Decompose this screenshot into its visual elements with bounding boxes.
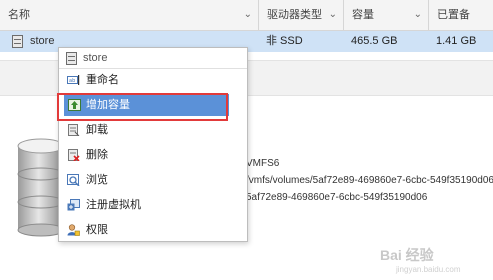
datastore-type-text: VMFS6 xyxy=(246,158,280,169)
table-header: 名称 ⌄ 驱动器类型 ⌄ 容量 ⌄ 已置备 xyxy=(0,0,493,31)
rename-icon: ab xyxy=(67,75,80,85)
menu-item-delete[interactable]: 删除 xyxy=(59,144,247,166)
unmount-icon xyxy=(68,124,80,136)
register-vm-icon xyxy=(67,199,80,211)
menu-item-permissions[interactable]: 权限 xyxy=(59,219,247,241)
provisioned-value: 1.41 GB xyxy=(436,35,477,47)
datastore-uuid-text: 5af72e89-469860e7-6cbc-549f35190d06 xyxy=(246,192,428,203)
menu-item-label: 注册虚拟机 xyxy=(86,199,141,211)
menu-item-rename[interactable]: ab 重命名 xyxy=(59,69,247,91)
menu-item-unmount[interactable]: 卸载 xyxy=(59,119,247,141)
menu-item-label: 卸载 xyxy=(86,124,108,136)
menu-item-label: 权限 xyxy=(86,224,108,236)
context-menu-title: store xyxy=(83,52,108,64)
drive-type-value: 非 SSD xyxy=(266,35,303,47)
svg-text:ab: ab xyxy=(69,78,75,84)
column-label-name: 名称 xyxy=(8,9,30,21)
column-label-provisioned: 已置备 xyxy=(437,9,470,21)
permissions-icon xyxy=(67,224,80,236)
datastore-name: store xyxy=(30,35,55,47)
menu-item-label: 浏览 xyxy=(86,174,108,186)
datastore-path-text: /vmfs/volumes/5af72e89-469860e7-6cbc-549… xyxy=(246,175,493,186)
chevron-down-icon[interactable]: ⌄ xyxy=(414,0,422,30)
datastore-icon xyxy=(66,52,77,65)
column-header-provisioned[interactable]: 已置备 xyxy=(428,0,493,30)
delete-icon xyxy=(68,149,80,161)
watermark-logo: Bai 经验 xyxy=(380,247,434,263)
annotation-highlight-box xyxy=(57,93,228,121)
chevron-down-icon[interactable]: ⌄ xyxy=(244,0,252,30)
watermark-url: jingyan.baidu.com xyxy=(396,265,461,274)
capacity-value: 465.5 GB xyxy=(351,35,398,47)
context-menu-header: store xyxy=(59,48,247,69)
column-header-drive-type[interactable]: 驱动器类型 ⌄ xyxy=(258,0,343,30)
datastore-icon xyxy=(12,35,23,48)
column-label-capacity: 容量 xyxy=(352,9,374,21)
column-label-drive-type: 驱动器类型 xyxy=(267,9,322,21)
menu-item-browse[interactable]: 浏览 xyxy=(59,169,247,191)
context-menu: store ab 重命名 增加容量 卸载 删除 浏览 注册虚拟机 权限 xyxy=(58,47,248,242)
browse-icon xyxy=(67,174,80,186)
menu-item-label: 重命名 xyxy=(86,74,119,86)
menu-item-label: 删除 xyxy=(86,149,108,161)
column-header-name[interactable]: 名称 ⌄ xyxy=(0,0,258,30)
menu-item-register-vm[interactable]: 注册虚拟机 xyxy=(59,194,247,216)
column-header-capacity[interactable]: 容量 ⌄ xyxy=(343,0,428,30)
chevron-down-icon[interactable]: ⌄ xyxy=(329,0,337,30)
